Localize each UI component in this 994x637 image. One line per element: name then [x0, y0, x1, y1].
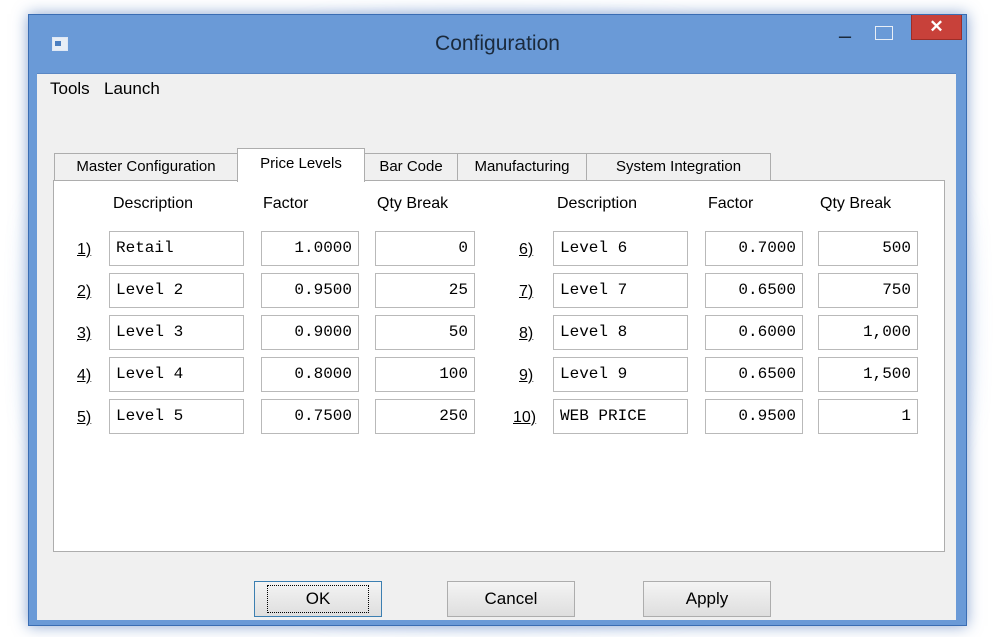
tab-bar-code[interactable]: Bar Code	[364, 153, 458, 181]
factor-field[interactable]: 0.7000	[705, 231, 803, 266]
row-number: 9)	[519, 367, 534, 384]
header-factor-right: Factor	[708, 195, 754, 212]
header-qty-break-left: Qty Break	[377, 195, 449, 212]
row-number: 7)	[519, 283, 534, 300]
description-field[interactable]: Level 7	[553, 273, 688, 308]
close-button[interactable]: ✕	[911, 15, 962, 40]
qty-break-field[interactable]: 1,000	[818, 315, 918, 350]
row-number: 1)	[77, 241, 92, 258]
title-bar[interactable]: Configuration – ✕	[29, 15, 966, 73]
description-field[interactable]: Level 3	[109, 315, 244, 350]
description-field[interactable]: WEB PRICE	[553, 399, 688, 434]
qty-break-field[interactable]: 50	[375, 315, 475, 350]
header-description-left: Description	[113, 195, 194, 212]
window-title: Configuration	[435, 32, 560, 55]
row-number: 8)	[519, 325, 534, 342]
qty-break-field[interactable]: 100	[375, 357, 475, 392]
factor-field[interactable]: 0.9000	[261, 315, 359, 350]
qty-break-field[interactable]: 500	[818, 231, 918, 266]
tab-system-integration[interactable]: System Integration	[586, 153, 771, 181]
menu-bar: Tools Launch	[37, 74, 956, 104]
description-field[interactable]: Level 5	[109, 399, 244, 434]
header-qty-break-right: Qty Break	[820, 195, 892, 212]
description-field[interactable]: Retail	[109, 231, 244, 266]
row-number: 6)	[519, 241, 534, 258]
tab-master-configuration[interactable]: Master Configuration	[54, 153, 238, 181]
header-description-right: Description	[557, 195, 638, 212]
row-number: 4)	[77, 367, 92, 384]
qty-break-field[interactable]: 250	[375, 399, 475, 434]
apply-button[interactable]: Apply	[643, 581, 771, 617]
price-levels-panel: Description Factor Qty Break Description…	[53, 180, 945, 552]
qty-break-field[interactable]: 0	[375, 231, 475, 266]
description-field[interactable]: Level 6	[553, 231, 688, 266]
factor-field[interactable]: 1.0000	[261, 231, 359, 266]
row-number: 10)	[513, 409, 537, 426]
minimize-icon[interactable]: –	[834, 25, 856, 47]
qty-break-field[interactable]: 1,500	[818, 357, 918, 392]
ok-button-label: OK	[266, 585, 370, 613]
factor-field[interactable]: 0.9500	[705, 399, 803, 434]
row-number: 5)	[77, 409, 92, 426]
tab-price-levels[interactable]: Price Levels	[237, 148, 365, 182]
menu-launch[interactable]: Launch	[104, 79, 160, 99]
header-factor-left: Factor	[263, 195, 309, 212]
client-area: Tools Launch Master Configuration Price …	[37, 73, 956, 620]
factor-field[interactable]: 0.6000	[705, 315, 803, 350]
menu-tools[interactable]: Tools	[50, 79, 90, 99]
description-field[interactable]: Level 2	[109, 273, 244, 308]
cancel-button[interactable]: Cancel	[447, 581, 575, 617]
tab-strip: Master Configuration Price Levels Bar Co…	[37, 148, 956, 182]
factor-field[interactable]: 0.6500	[705, 357, 803, 392]
factor-field[interactable]: 0.7500	[261, 399, 359, 434]
factor-field[interactable]: 0.6500	[705, 273, 803, 308]
description-field[interactable]: Level 9	[553, 357, 688, 392]
qty-break-field[interactable]: 25	[375, 273, 475, 308]
tab-manufacturing[interactable]: Manufacturing	[457, 153, 587, 181]
ok-button[interactable]: OK	[254, 581, 382, 617]
row-number: 3)	[77, 325, 92, 342]
configuration-window: Configuration – ✕ Tools Launch Master Co…	[28, 14, 967, 626]
factor-field[interactable]: 0.9500	[261, 273, 359, 308]
description-field[interactable]: Level 8	[553, 315, 688, 350]
maximize-icon[interactable]	[875, 26, 893, 40]
description-field[interactable]: Level 4	[109, 357, 244, 392]
qty-break-field[interactable]: 750	[818, 273, 918, 308]
qty-break-field[interactable]: 1	[818, 399, 918, 434]
factor-field[interactable]: 0.8000	[261, 357, 359, 392]
row-number: 2)	[77, 283, 92, 300]
